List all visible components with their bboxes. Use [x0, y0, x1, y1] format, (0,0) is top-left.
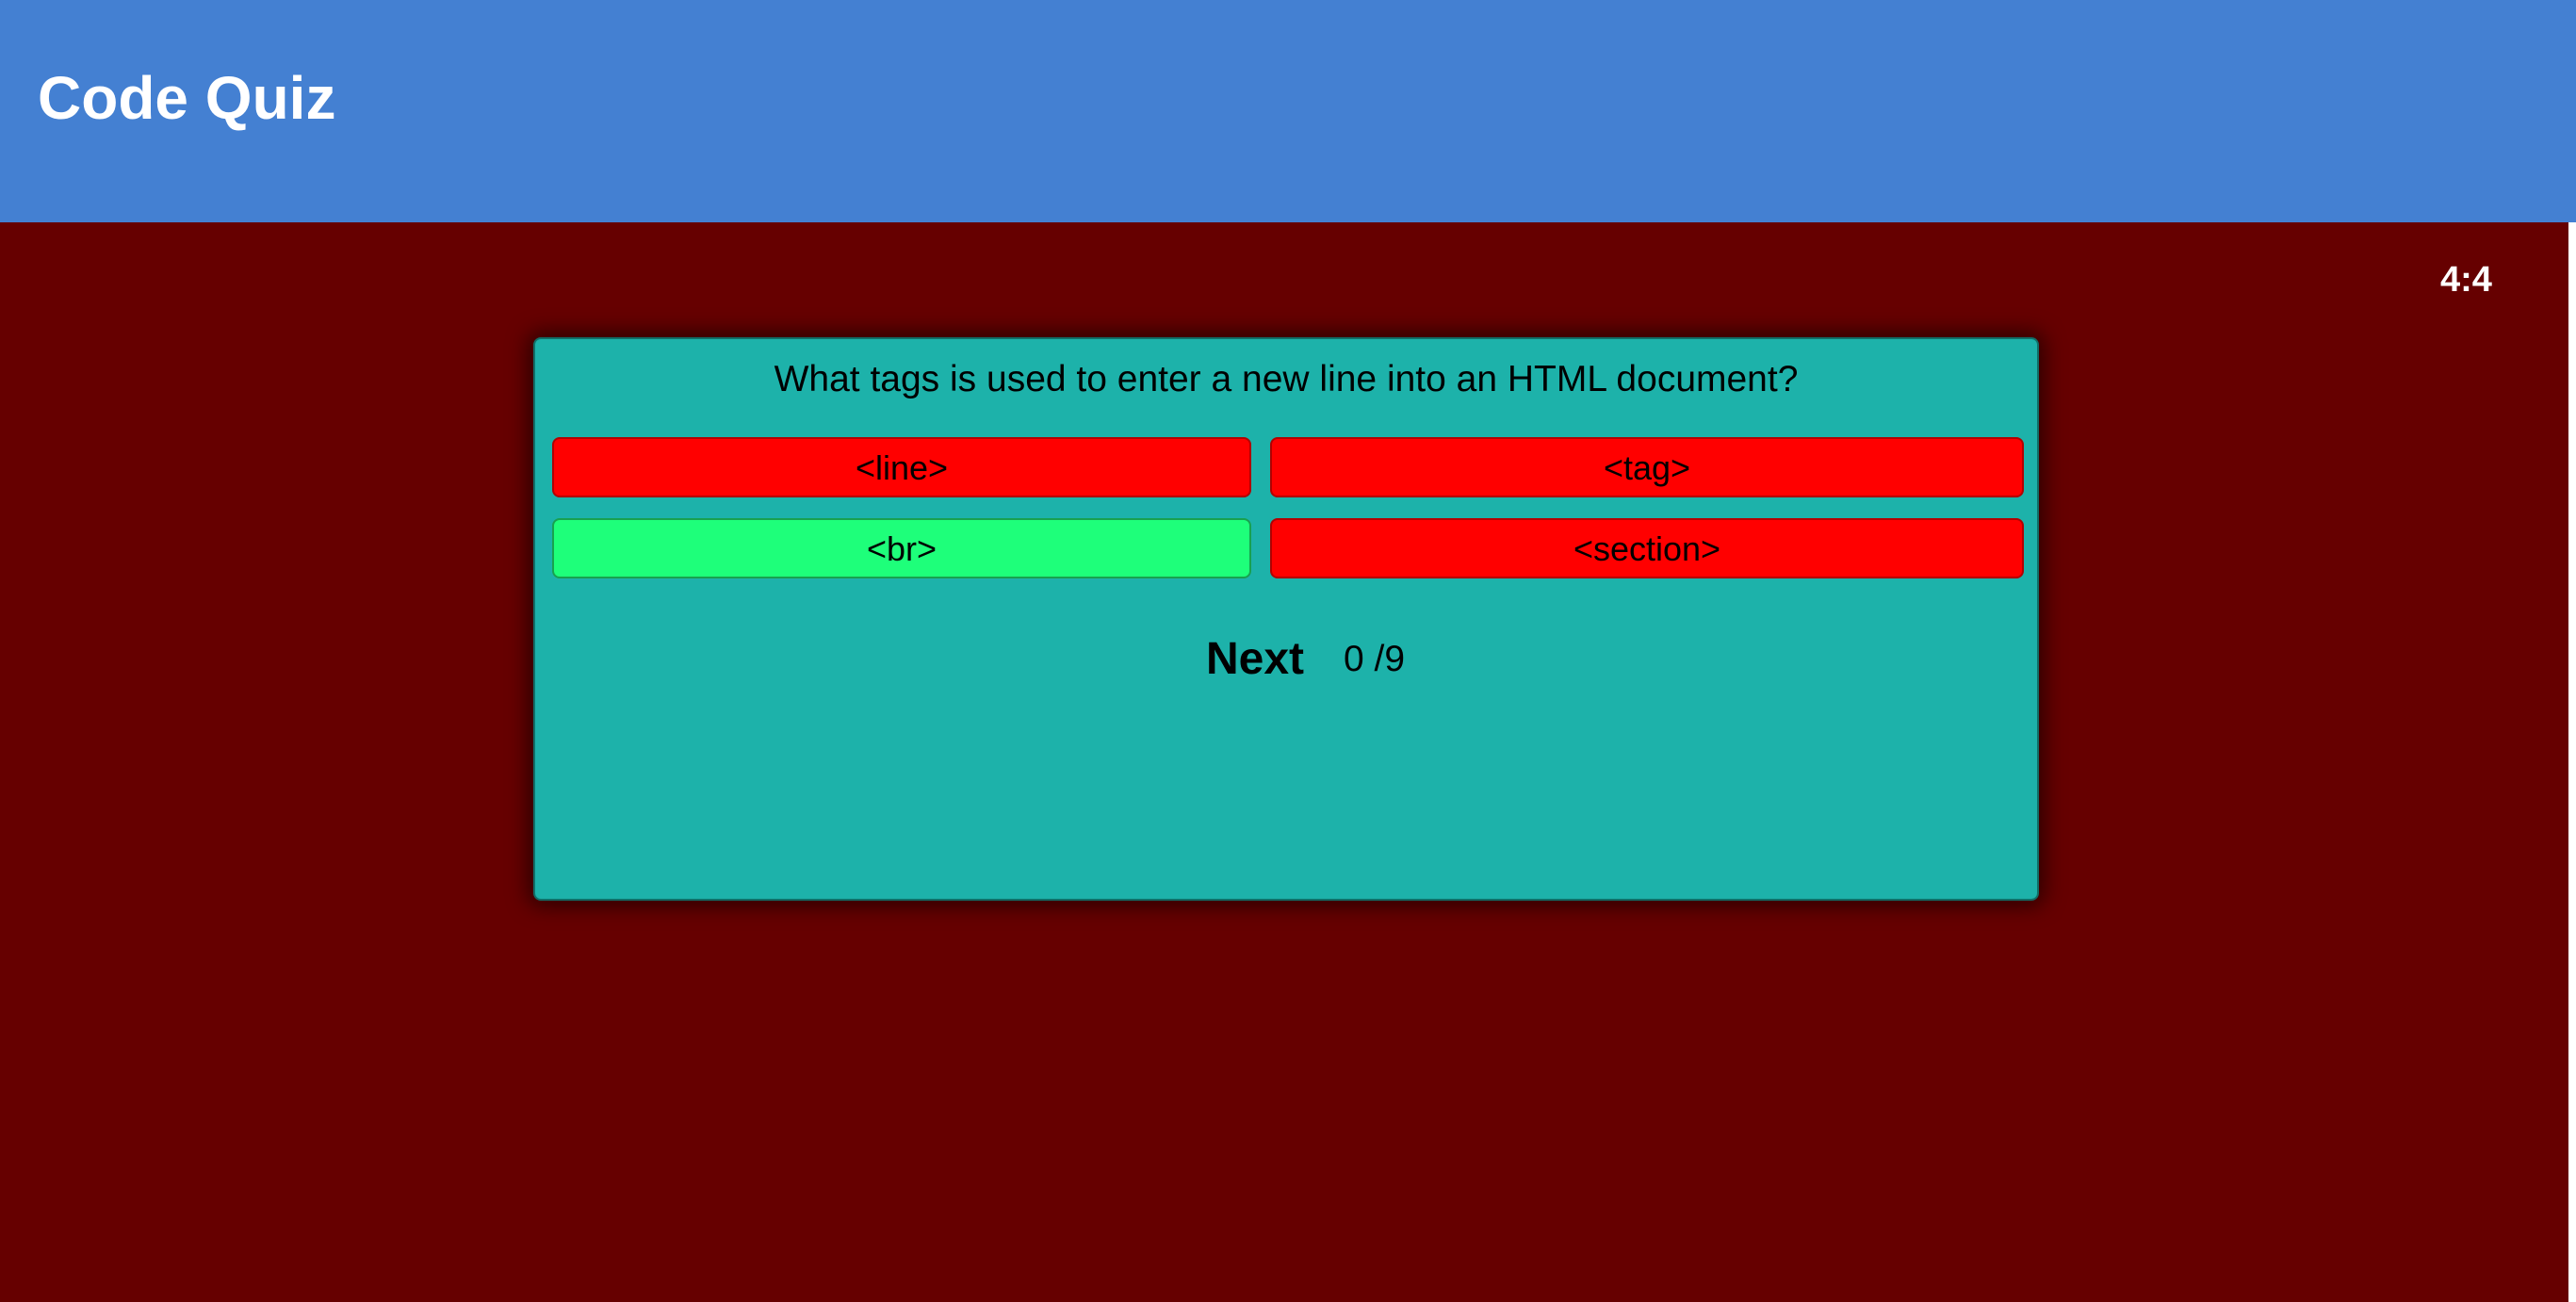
answer-button-br[interactable]: <br> [552, 518, 1251, 578]
header: Code Quiz [0, 0, 2576, 222]
next-button[interactable]: Next [1206, 637, 1304, 682]
question-progress: 0 /9 [1344, 639, 1406, 679]
answer-button-tag[interactable]: <tag> [1270, 437, 2024, 497]
answer-button-line[interactable]: <line> [552, 437, 1251, 497]
quiz-card: What tags is used to enter a new line in… [533, 337, 2039, 901]
right-edge-strip [2568, 222, 2576, 1302]
answer-button-section[interactable]: <section> [1270, 518, 2024, 578]
app-title: Code Quiz [38, 64, 336, 132]
question-text: What tags is used to enter a new line in… [774, 359, 1799, 399]
timer: 4:4 [2440, 260, 2492, 300]
